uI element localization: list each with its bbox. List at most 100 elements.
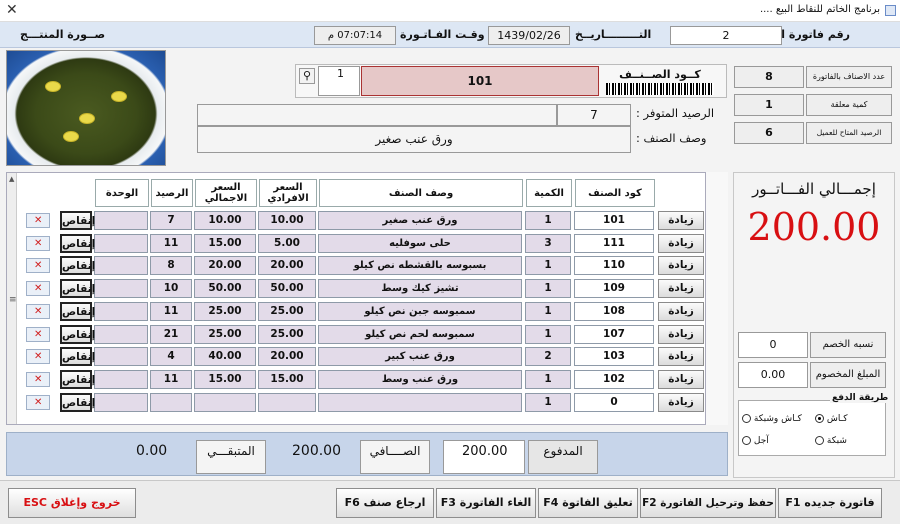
paid-input[interactable]: 200.00 [443, 440, 525, 474]
row-desc-cell: ورق عنب كبير [318, 347, 522, 366]
row-code-cell[interactable]: 101 [574, 211, 654, 230]
row-add-button[interactable]: زيادة [658, 347, 704, 366]
paid-label: المدفوع [528, 440, 598, 474]
row-code-cell[interactable]: 109 [574, 279, 654, 298]
pending-qty-value: 1 [734, 94, 804, 116]
pending-qty-label: كمية معلقة [806, 94, 892, 116]
scroll-up-icon[interactable]: ▲ [9, 175, 14, 183]
grid-splitter-icon[interactable]: ≡ [9, 295, 17, 305]
items-count-value: 8 [734, 66, 804, 88]
close-icon[interactable]: ✕ [6, 2, 18, 18]
row-code-cell[interactable]: 103 [574, 347, 654, 366]
time-field: 07:07:14 م [314, 26, 396, 45]
delete-row-icon[interactable]: ✕ [26, 258, 50, 273]
new-invoice-button[interactable]: فاتورة جديده F1 [778, 488, 882, 518]
suspend-invoice-button[interactable]: تعليق الفاتوة F4 [538, 488, 638, 518]
product-qty-input[interactable]: 1 [318, 66, 360, 96]
row-reduce-button[interactable]: إنقاص [60, 256, 95, 275]
row-qty-cell[interactable]: 2 [525, 347, 571, 366]
row-code-cell[interactable]: 111 [574, 234, 654, 253]
magnifier-icon[interactable]: ⚲ [299, 68, 315, 84]
delete-row-icon[interactable]: ✕ [26, 281, 50, 296]
row-qty-cell[interactable]: 1 [525, 256, 571, 275]
row-balance-cell: 21 [150, 325, 192, 344]
col-header-qty: الكمية [526, 179, 572, 207]
row-total-price-cell: 10.00 [194, 211, 256, 230]
row-desc-cell: بسبوسه بالقشطه نص كيلو [318, 256, 522, 275]
return-item-button[interactable]: ارجاع صنف F6 [336, 488, 434, 518]
row-unit-cell [94, 279, 148, 298]
row-reduce-button[interactable]: إنقاص [60, 279, 95, 298]
delete-row-icon[interactable]: ✕ [26, 395, 50, 410]
product-code-input[interactable]: 101 [361, 66, 599, 96]
row-unit-price-cell: 25.00 [258, 325, 316, 344]
grid-side-panel [706, 172, 728, 425]
row-unit-cell [94, 325, 148, 344]
row-reduce-button[interactable]: إنقاص [60, 347, 95, 366]
row-add-button[interactable]: زيادة [658, 393, 704, 412]
row-qty-cell[interactable]: 1 [525, 393, 571, 412]
delete-row-icon[interactable]: ✕ [26, 349, 50, 364]
row-unit-price-cell: 20.00 [258, 347, 316, 366]
row-add-button[interactable]: زيادة [658, 234, 704, 253]
invoice-no-field[interactable]: 2 [670, 26, 782, 45]
invoice-total-amount: 200.00 [747, 205, 881, 249]
row-balance-cell [150, 393, 192, 412]
payment-cash-card-label: كـاش وشبكة [753, 414, 802, 424]
row-add-button[interactable]: زيادة [658, 279, 704, 298]
row-code-cell[interactable]: 107 [574, 325, 654, 344]
delete-row-icon[interactable]: ✕ [26, 372, 50, 387]
delete-row-icon[interactable]: ✕ [26, 213, 50, 228]
row-add-button[interactable]: زيادة [658, 302, 704, 321]
discount-pct-input[interactable]: 0 [738, 332, 808, 358]
date-field: 1439/02/26 [488, 26, 570, 45]
payment-cash-option[interactable]: كـاش [815, 414, 848, 424]
delete-row-icon[interactable]: ✕ [26, 236, 50, 251]
row-reduce-button[interactable]: إنقاص [60, 302, 95, 321]
discount-amount-input[interactable]: 0.00 [738, 362, 808, 388]
row-code-cell[interactable]: 0 [574, 393, 654, 412]
row-qty-cell[interactable]: 1 [525, 325, 571, 344]
row-unit-cell [94, 302, 148, 321]
row-balance-cell: 10 [150, 279, 192, 298]
product-photo-label: صــورة المنتـــج [20, 28, 106, 41]
payment-cash-card-option[interactable]: كـاش وشبكة [742, 414, 802, 424]
row-qty-cell[interactable]: 3 [525, 234, 571, 253]
payment-card-option[interactable]: شبكة [815, 436, 847, 446]
row-unit-cell [94, 370, 148, 389]
row-unit-cell [94, 347, 148, 366]
row-add-button[interactable]: زيادة [658, 211, 704, 230]
row-add-button[interactable]: زيادة [658, 370, 704, 389]
delete-row-icon[interactable]: ✕ [26, 327, 50, 342]
row-reduce-button[interactable]: إنقاص [60, 393, 95, 412]
row-reduce-button[interactable]: إنقاص [60, 211, 95, 230]
row-total-price-cell: 20.00 [194, 256, 256, 275]
row-code-cell[interactable]: 108 [574, 302, 654, 321]
discount-pct-label: نسبه الخصم [810, 332, 886, 358]
exit-close-button[interactable]: خروج وإغلاق ESC [8, 488, 136, 518]
row-balance-cell: 11 [150, 370, 192, 389]
row-desc-cell: سمبوسه جبن نص كيلو [318, 302, 522, 321]
row-qty-cell[interactable]: 1 [525, 279, 571, 298]
row-qty-cell[interactable]: 1 [525, 370, 571, 389]
row-code-cell[interactable]: 102 [574, 370, 654, 389]
delete-x-icon: ✕ [34, 351, 43, 362]
row-add-button[interactable]: زيادة [658, 256, 704, 275]
row-balance-cell: 8 [150, 256, 192, 275]
save-post-invoice-button[interactable]: حفظ وترحيل الفاتورة F2 [640, 488, 776, 518]
payment-method-group [738, 400, 886, 456]
delete-row-icon[interactable]: ✕ [26, 304, 50, 319]
row-reduce-button[interactable]: إنقاص [60, 370, 95, 389]
cancel-invoice-button[interactable]: الغاء الفاتورة F3 [436, 488, 536, 518]
row-unit-price-cell: 10.00 [258, 211, 316, 230]
barcode-icon [606, 83, 714, 95]
row-reduce-button[interactable]: إنقاص [60, 234, 95, 253]
product-photo [6, 50, 166, 166]
row-reduce-button[interactable]: إنقاص [60, 325, 95, 344]
row-code-cell[interactable]: 110 [574, 256, 654, 275]
row-qty-cell[interactable]: 1 [525, 211, 571, 230]
row-qty-cell[interactable]: 1 [525, 302, 571, 321]
payment-credit-option[interactable]: آجل [742, 436, 769, 446]
row-total-price-cell: 50.00 [194, 279, 256, 298]
row-add-button[interactable]: زيادة [658, 325, 704, 344]
